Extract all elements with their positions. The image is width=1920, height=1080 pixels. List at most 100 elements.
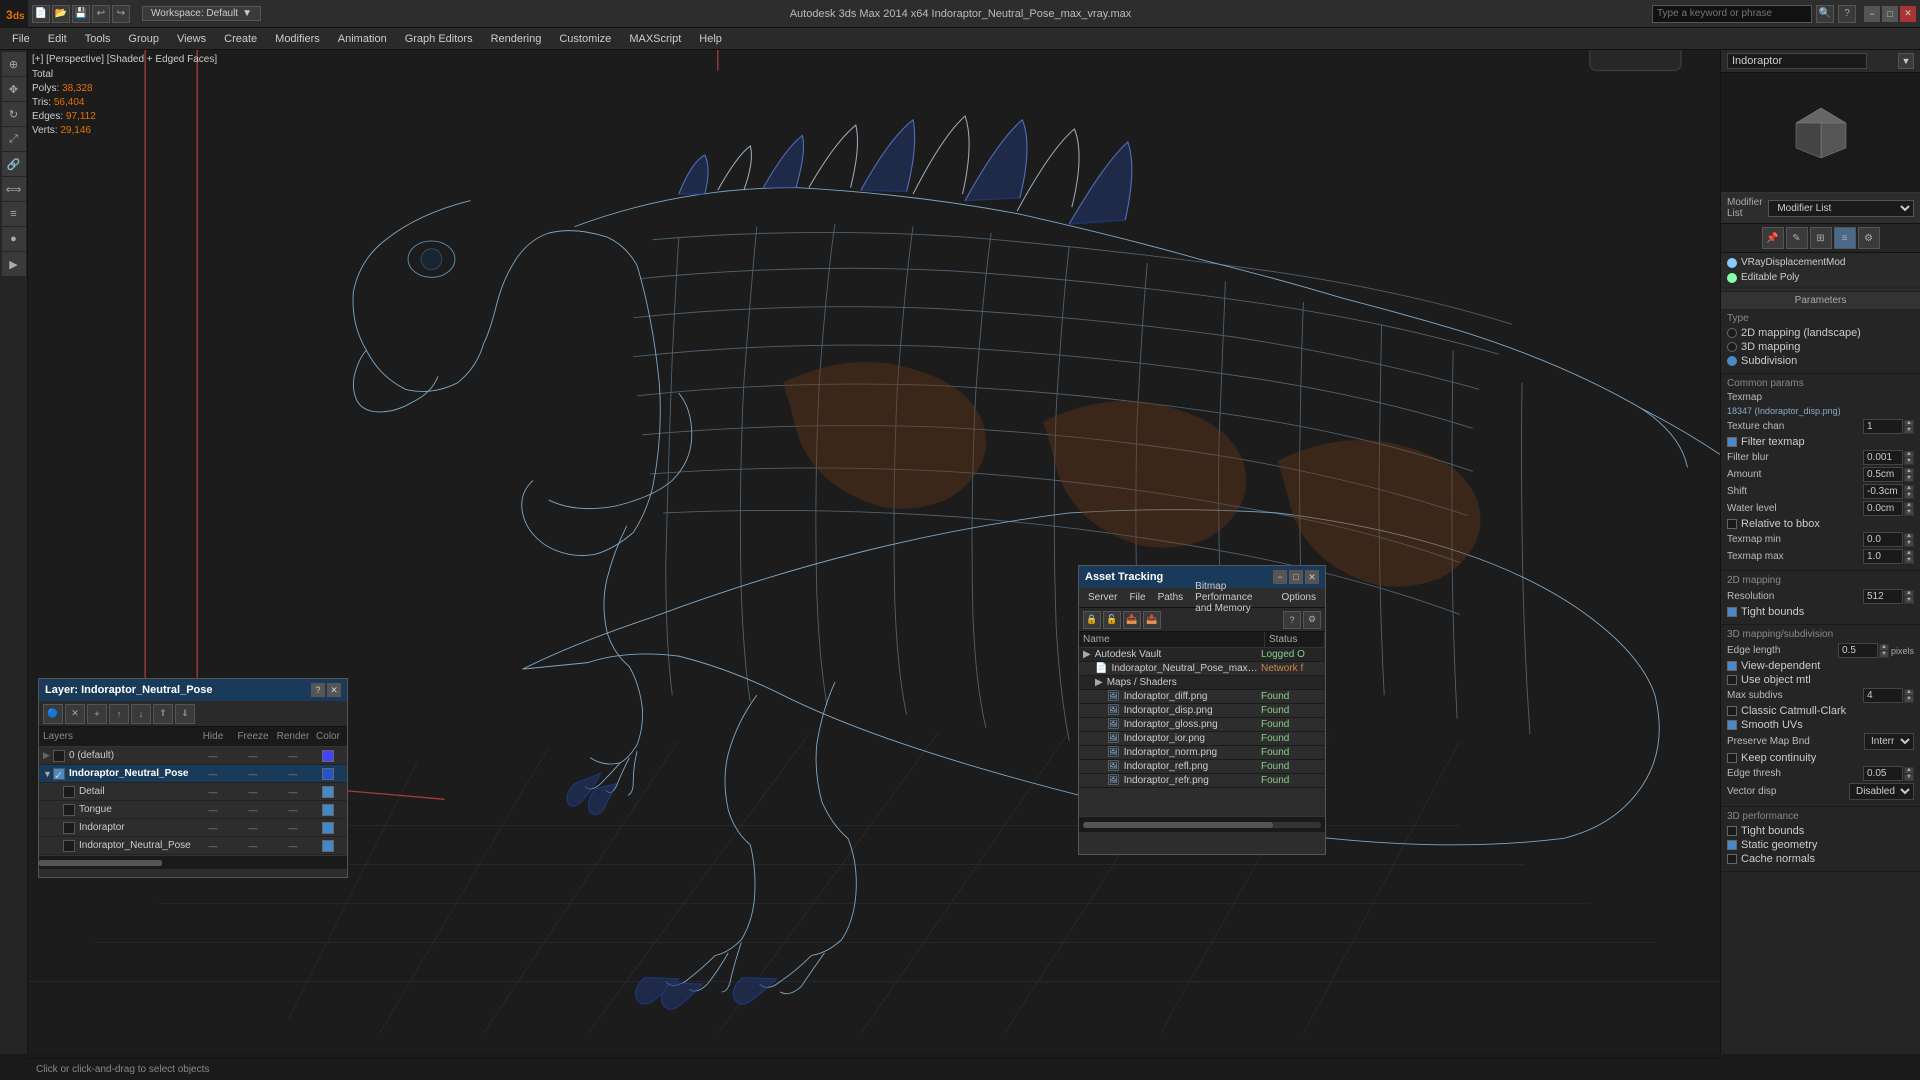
texture-chan-input[interactable] — [1863, 419, 1903, 434]
preserve-map-bnd-select[interactable]: Interr — [1864, 733, 1914, 750]
texmap-min-input[interactable] — [1863, 532, 1903, 547]
undo-btn[interactable]: ↩ — [92, 5, 110, 23]
help-icon[interactable]: ? — [1838, 5, 1856, 23]
at-btn-3[interactable]: 📥 — [1123, 611, 1141, 629]
relative-bbox-checkbox[interactable] — [1727, 519, 1737, 529]
texmap-min-down[interactable]: ▼ — [1904, 540, 1914, 547]
object-name-arrow[interactable]: ▼ — [1898, 53, 1914, 69]
tight-bounds-2d-checkbox[interactable] — [1727, 607, 1737, 617]
at-row-gloss[interactable]: 🖼 Indoraptor_gloss.png Found — [1079, 718, 1325, 732]
water-level-down[interactable]: ▼ — [1904, 509, 1914, 516]
menu-tools[interactable]: Tools — [77, 31, 119, 47]
menu-edit[interactable]: Edit — [40, 31, 75, 47]
amount-down[interactable]: ▼ — [1904, 475, 1914, 482]
object-name-input[interactable] — [1727, 53, 1867, 69]
at-row-refl[interactable]: 🖼 Indoraptor_refl.png Found — [1079, 760, 1325, 774]
scale-btn[interactable]: ⤢ — [2, 127, 26, 151]
at-row-maxfile[interactable]: 📄 Indoraptor_Neutral_Pose_max_vray.max N… — [1079, 662, 1325, 676]
shift-up[interactable]: ▲ — [1904, 485, 1914, 492]
save-btn[interactable]: 💾 — [72, 5, 90, 23]
classic-catmull-checkbox[interactable] — [1727, 706, 1737, 716]
mod-icon-5[interactable]: ⚙ — [1858, 227, 1880, 249]
texture-chan-up[interactable]: ▲ — [1904, 420, 1914, 427]
mod-icon-2[interactable]: ✎ — [1786, 227, 1808, 249]
texmap-max-up[interactable]: ▲ — [1904, 550, 1914, 557]
at-scroll-thumb[interactable] — [1083, 822, 1273, 828]
layer-btn-down[interactable]: ↓ — [131, 704, 151, 724]
filter-blur-down[interactable]: ▼ — [1904, 458, 1914, 465]
layer-btn-up[interactable]: ↑ — [109, 704, 129, 724]
layers-close-btn[interactable]: ✕ — [327, 683, 341, 697]
max-subdivs-up[interactable]: ▲ — [1904, 689, 1914, 696]
radio-2d[interactable] — [1727, 328, 1737, 338]
redo-btn[interactable]: ↪ — [112, 5, 130, 23]
layer-checkbox-default[interactable] — [53, 750, 65, 762]
layer-checkbox-pose[interactable]: ✓ — [53, 768, 65, 780]
menu-create[interactable]: Create — [216, 31, 265, 47]
mirror-btn[interactable]: ⟺ — [2, 177, 26, 201]
layer-color-tongue[interactable] — [313, 804, 343, 816]
at-row-vault[interactable]: ▶ Autodesk Vault Logged O — [1079, 648, 1325, 662]
at-row-maps[interactable]: ▶ Maps / Shaders — [1079, 676, 1325, 690]
filter-texmap-checkbox[interactable] — [1727, 437, 1737, 447]
menu-group[interactable]: Group — [120, 31, 167, 47]
layer-checkbox-tongue[interactable] — [63, 804, 75, 816]
layer-color-pose[interactable] — [313, 768, 343, 780]
menu-graph-editors[interactable]: Graph Editors — [397, 31, 481, 47]
layer-btn-delete[interactable]: ✕ — [65, 704, 85, 724]
at-menu-file[interactable]: File — [1124, 591, 1150, 604]
edge-thresh-input[interactable] — [1863, 766, 1903, 781]
at-btn-1[interactable]: 🔒 — [1083, 611, 1101, 629]
edge-length-up[interactable]: ▲ — [1879, 644, 1889, 651]
edge-thresh-down[interactable]: ▼ — [1904, 774, 1914, 781]
open-btn[interactable]: 📂 — [52, 5, 70, 23]
edge-thresh-up[interactable]: ▲ — [1904, 767, 1914, 774]
minimize-btn[interactable]: − — [1864, 6, 1880, 22]
radio-subdiv[interactable] — [1727, 356, 1737, 366]
maximize-btn[interactable]: □ — [1882, 6, 1898, 22]
modifier-editable-poly[interactable]: Editable Poly — [1723, 270, 1918, 285]
edge-length-input[interactable] — [1838, 643, 1878, 658]
align-btn[interactable]: ≡ — [2, 202, 26, 226]
relative-bbox-row[interactable]: Relative to bbox — [1727, 518, 1914, 530]
layer-row-detail[interactable]: Detail — — — — [39, 783, 347, 801]
at-menu-paths[interactable]: Paths — [1153, 591, 1189, 604]
close-btn[interactable]: ✕ — [1900, 6, 1916, 22]
keep-continuity-row[interactable]: Keep continuity — [1727, 752, 1914, 764]
at-restore-btn[interactable]: □ — [1289, 570, 1303, 584]
at-menu-options[interactable]: Options — [1277, 591, 1321, 604]
resolution-up[interactable]: ▲ — [1904, 590, 1914, 597]
new-btn[interactable]: 📄 — [32, 5, 50, 23]
water-level-up[interactable]: ▲ — [1904, 502, 1914, 509]
viewport[interactable]: [+] [Perspective] [Shaded + Edged Faces]… — [28, 50, 1720, 1054]
at-minimize-btn[interactable]: − — [1273, 570, 1287, 584]
workspace-selector[interactable]: Workspace: Default ▼ — [142, 6, 261, 21]
resolution-input[interactable] — [1863, 589, 1903, 604]
radio-3d[interactable] — [1727, 342, 1737, 352]
tight-bounds-3d-row[interactable]: Tight bounds — [1727, 825, 1914, 837]
mod-icon-1[interactable]: 📌 — [1762, 227, 1784, 249]
material-btn[interactable]: ● — [2, 227, 26, 251]
menu-views[interactable]: Views — [169, 31, 214, 47]
layer-row-indoraptor-pose[interactable]: ▼ ✓ Indoraptor_Neutral_Pose — — — — [39, 765, 347, 783]
menu-modifiers[interactable]: Modifiers — [267, 31, 328, 47]
at-btn-help[interactable]: ? — [1283, 611, 1301, 629]
menu-maxscript[interactable]: MAXScript — [621, 31, 689, 47]
layers-titlebar[interactable]: Layer: Indoraptor_Neutral_Pose ? ✕ — [39, 679, 347, 701]
smooth-uvs-row[interactable]: Smooth UVs — [1727, 719, 1914, 731]
layer-row-default[interactable]: ▶ 0 (default) — — — — [39, 747, 347, 765]
resolution-down[interactable]: ▼ — [1904, 597, 1914, 604]
menu-file[interactable]: File — [4, 31, 38, 47]
menu-customize[interactable]: Customize — [551, 31, 619, 47]
at-row-disp[interactable]: 🖼 Indoraptor_disp.png Found — [1079, 704, 1325, 718]
render-btn[interactable]: ▶ — [2, 252, 26, 276]
at-menu-server[interactable]: Server — [1083, 591, 1122, 604]
water-level-input[interactable] — [1863, 501, 1903, 516]
static-geometry-checkbox[interactable] — [1727, 840, 1737, 850]
filter-blur-up[interactable]: ▲ — [1904, 451, 1914, 458]
at-row-diff[interactable]: 🖼 Indoraptor_diff.png Found — [1079, 690, 1325, 704]
snap-btn[interactable]: 🔗 — [2, 152, 26, 176]
at-btn-4[interactable]: 📤 — [1143, 611, 1161, 629]
shift-input[interactable] — [1863, 484, 1903, 499]
layer-row-indoraptor-pose2[interactable]: Indoraptor_Neutral_Pose — — — — [39, 837, 347, 855]
